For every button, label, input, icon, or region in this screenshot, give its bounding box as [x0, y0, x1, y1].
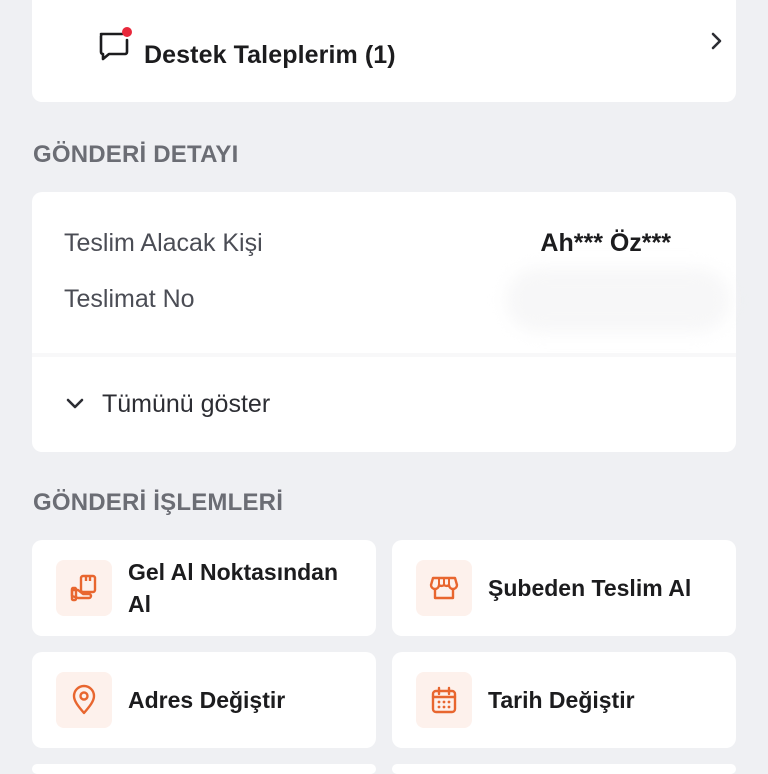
change-date-label: Tarih Değiştir	[488, 687, 635, 713]
store-icon-box	[416, 560, 472, 616]
calendar-icon-box	[416, 672, 472, 728]
calendar-icon	[431, 686, 457, 714]
location-pin-icon	[72, 684, 96, 715]
chat-bubble-notification-icon	[99, 27, 132, 61]
change-date-action[interactable]: Tarih Değiştir	[392, 652, 736, 748]
support-tickets-card[interactable]: Destek Taleplerim (1)	[32, 0, 736, 102]
branch-pickup-label: Şubeden Teslim Al	[488, 575, 692, 601]
branch-pickup-action[interactable]: Şubeden Teslim Al	[392, 540, 736, 636]
delivery-number-label: Teslimat No	[64, 285, 195, 313]
chevron-right-icon	[711, 32, 722, 50]
show-all-button[interactable]: Tümünü göster	[64, 386, 270, 422]
pickup-point-icon-box	[56, 560, 112, 616]
shipment-detail-heading: GÖNDERİ DETAYI	[33, 141, 239, 168]
location-pin-icon-box	[56, 672, 112, 728]
pickup-point-action[interactable]: Gel Al Noktasından Al	[32, 540, 376, 636]
shipment-actions-heading: GÖNDERİ İŞLEMLERİ	[33, 489, 284, 516]
next-action-peek-left	[32, 764, 376, 774]
delivery-number-redacted	[506, 268, 730, 332]
pickup-point-label: Gel Al Noktasından Al	[128, 559, 339, 617]
chevron-down-icon	[66, 398, 84, 409]
store-icon	[429, 576, 459, 600]
recipient-label: Teslim Alacak Kişi	[64, 229, 263, 257]
detail-divider	[32, 353, 736, 357]
next-action-peek-right	[392, 764, 736, 774]
recipient-row: Teslim Alacak Kişi Ah*** Öz***	[64, 225, 704, 261]
change-address-action[interactable]: Adres Değiştir	[32, 652, 376, 748]
change-address-label: Adres Değiştir	[128, 687, 286, 713]
pickup-point-icon	[70, 574, 97, 602]
show-all-label: Tümünü göster	[102, 389, 271, 418]
support-tickets-title: Destek Taleplerim (1)	[144, 41, 396, 69]
recipient-value: Ah*** Öz***	[540, 229, 671, 257]
